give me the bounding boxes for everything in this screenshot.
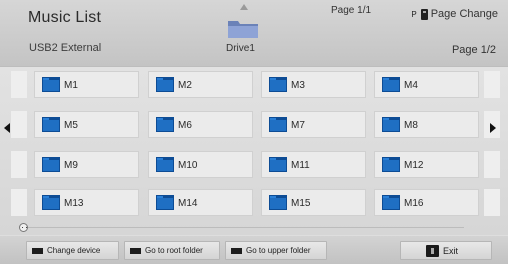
folder-item[interactable]: M5 bbox=[34, 111, 139, 138]
folder-item[interactable]: M11 bbox=[261, 151, 366, 178]
folder-name: M10 bbox=[178, 160, 198, 171]
folder-icon bbox=[156, 157, 174, 172]
upper-folder-button[interactable]: Go to upper folder bbox=[225, 241, 327, 260]
footer-bar: Change device Go to root folder Go to up… bbox=[0, 236, 508, 264]
change-device-label: Change device bbox=[47, 246, 101, 255]
folder-icon bbox=[42, 195, 60, 210]
folder-item[interactable]: M6 bbox=[148, 111, 253, 138]
folder-name: M2 bbox=[178, 80, 192, 91]
right-strip bbox=[484, 151, 500, 178]
button-color-key-icon bbox=[130, 247, 141, 254]
right-strip bbox=[484, 189, 500, 216]
folder-icon bbox=[156, 77, 174, 92]
button-color-key-icon bbox=[231, 247, 242, 254]
folder-item[interactable]: M1 bbox=[34, 71, 139, 98]
folder-name: M4 bbox=[404, 80, 418, 91]
up-arrow-icon[interactable] bbox=[240, 4, 248, 10]
scrollbar-track[interactable] bbox=[24, 227, 464, 228]
left-arrow-icon[interactable] bbox=[4, 123, 10, 133]
folder-name: M9 bbox=[64, 160, 78, 171]
folder-item[interactable]: M2 bbox=[148, 71, 253, 98]
folder-name: M15 bbox=[291, 198, 311, 209]
music-list-screen: Music List USB2 External Drive1 Page 1/1… bbox=[0, 0, 508, 264]
folder-icon bbox=[156, 117, 174, 132]
page-title: Music List bbox=[28, 9, 102, 26]
folder-name: M14 bbox=[178, 198, 198, 209]
folder-name: M5 bbox=[64, 120, 78, 131]
folder-icon bbox=[156, 195, 174, 210]
upper-folder-label: Go to upper folder bbox=[246, 246, 311, 255]
folder-icon bbox=[382, 157, 400, 172]
folder-item[interactable]: M8 bbox=[374, 111, 479, 138]
right-strip bbox=[484, 71, 500, 98]
folder-icon bbox=[269, 117, 287, 132]
left-strip bbox=[11, 151, 27, 178]
left-strip bbox=[11, 111, 27, 138]
folder-icon bbox=[382, 77, 400, 92]
folder-item[interactable]: M14 bbox=[148, 189, 253, 216]
exit-button[interactable]: Exit bbox=[400, 241, 492, 260]
folder-grid: M1 M2 M3 M4 M5 M6 M7 M8 M9 M10 M11 M12 M… bbox=[0, 67, 508, 235]
scroll-knob-icon[interactable] bbox=[19, 223, 28, 232]
folder-name: M1 bbox=[64, 80, 78, 91]
folder-name: M16 bbox=[404, 198, 424, 209]
root-folder-label: Go to root folder bbox=[145, 246, 203, 255]
folder-icon bbox=[42, 117, 60, 132]
folder-name: M6 bbox=[178, 120, 192, 131]
folder-icon bbox=[382, 117, 400, 132]
folder-name: M11 bbox=[291, 160, 310, 171]
folder-icon bbox=[269, 77, 287, 92]
folder-name: M12 bbox=[404, 160, 424, 171]
header: Music List USB2 External Drive1 Page 1/1… bbox=[0, 0, 508, 67]
folder-item[interactable]: M3 bbox=[261, 71, 366, 98]
left-strip bbox=[11, 71, 27, 98]
drive-label: Drive1 bbox=[226, 43, 255, 54]
folder-item[interactable]: M13 bbox=[34, 189, 139, 216]
button-color-key-icon bbox=[32, 247, 43, 254]
folder-icon bbox=[42, 77, 60, 92]
folder-name: M13 bbox=[64, 198, 84, 209]
folder-item[interactable]: M15 bbox=[261, 189, 366, 216]
page-key-icon bbox=[420, 8, 428, 20]
folder-item[interactable]: M10 bbox=[148, 151, 253, 178]
folder-name: M7 bbox=[291, 120, 305, 131]
folder-icon bbox=[42, 157, 60, 172]
change-device-button[interactable]: Change device bbox=[26, 241, 119, 260]
folder-item[interactable]: M4 bbox=[374, 71, 479, 98]
root-folder-button[interactable]: Go to root folder bbox=[124, 241, 220, 260]
page-change-hint: P Page Change bbox=[410, 8, 498, 20]
folder-name: M8 bbox=[404, 120, 418, 131]
folder-icon bbox=[269, 195, 287, 210]
folder-item[interactable]: M16 bbox=[374, 189, 479, 216]
page-change-label: Page Change bbox=[430, 8, 498, 20]
left-strip bbox=[11, 189, 27, 216]
folder-icon bbox=[269, 157, 287, 172]
folder-item[interactable]: M12 bbox=[374, 151, 479, 178]
page-indicator-top: Page 1/1 bbox=[331, 5, 372, 16]
device-name: USB2 External bbox=[29, 42, 102, 54]
folder-item[interactable]: M9 bbox=[34, 151, 139, 178]
drive-folder-icon[interactable] bbox=[226, 17, 260, 39]
exit-icon bbox=[426, 244, 439, 257]
page-indicator-bottom: Page 1/2 bbox=[451, 44, 496, 56]
right-arrow-icon[interactable] bbox=[490, 123, 496, 133]
exit-label: Exit bbox=[443, 245, 459, 256]
folder-item[interactable]: M7 bbox=[261, 111, 366, 138]
page-change-badge: P bbox=[411, 9, 417, 19]
folder-name: M3 bbox=[291, 80, 305, 91]
folder-icon bbox=[382, 195, 400, 210]
